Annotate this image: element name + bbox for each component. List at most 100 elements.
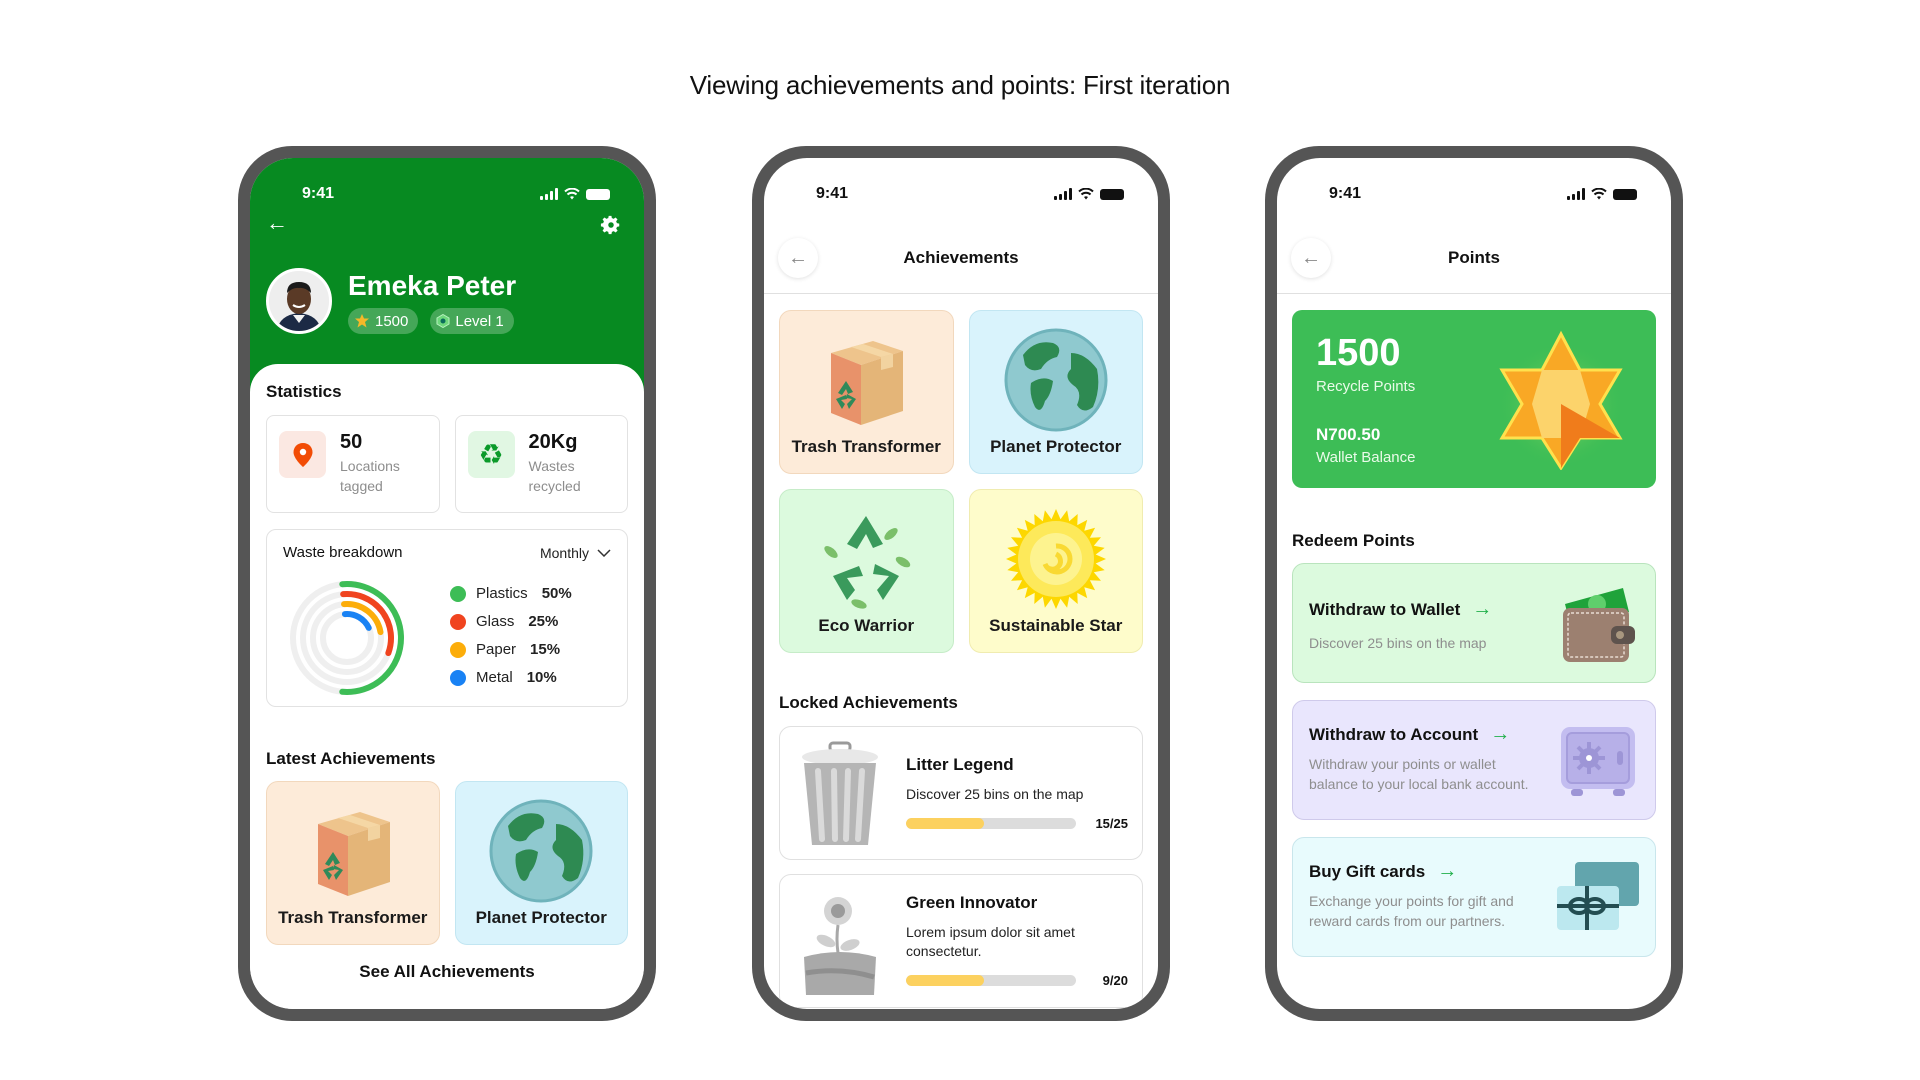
locked-achievement-info: Litter Legend Discover 25 bins on the ma… — [906, 755, 1128, 831]
chevron-down-icon — [597, 548, 611, 557]
gear-icon[interactable] — [600, 214, 622, 236]
legend-label: Glass — [476, 613, 515, 630]
safe-icon — [1561, 727, 1635, 796]
legend-dot — [450, 613, 466, 630]
achievement-card-sustainable-star[interactable]: Sustainable Star — [968, 489, 1143, 653]
status-icons — [1054, 188, 1124, 200]
wifi-icon — [1078, 188, 1094, 200]
battery-icon — [1100, 188, 1124, 200]
points-badge-value: 1500 — [375, 312, 409, 330]
locked-achievement-card[interactable]: Litter Legend Discover 25 bins on the ma… — [779, 726, 1143, 860]
arrow-right-icon: → — [1437, 860, 1458, 882]
phone-profile: 9:41 ← Emeka Peter 1500 Level 1 Statisti… — [238, 146, 656, 1021]
see-all-achievements-link[interactable]: See All Achievements — [266, 962, 628, 982]
avatar[interactable] — [266, 268, 332, 334]
stat-card-locations[interactable]: 50 Locations tagged — [266, 415, 440, 513]
achievement-name: Sustainable Star — [989, 616, 1123, 635]
redeem-info: Withdraw to Account → Withdraw your point… — [1309, 723, 1539, 794]
progress-total: 25 — [1113, 816, 1128, 831]
signal-icon — [540, 188, 558, 200]
wallet-balance-label: Wallet Balance — [1316, 449, 1416, 466]
achievement-card-planet-protector[interactable]: Planet Protector — [454, 781, 628, 945]
progress-current: 9 — [1102, 973, 1110, 988]
legend-percent: 50% — [541, 585, 572, 602]
points-summary-card: 1500 Recycle Points N700.50 Wallet Balan… — [1292, 310, 1656, 488]
achievement-card-eco-warrior[interactable]: Eco Warrior — [779, 489, 954, 653]
period-dropdown[interactable]: Monthly — [540, 545, 611, 561]
profile-header: 9:41 ← Emeka Peter 1500 Level 1 — [250, 158, 644, 398]
redeem-desc: Withdraw your points or wallet balance t… — [1309, 756, 1529, 792]
status-bar: 9:41 — [764, 158, 1158, 208]
redeem-title-text: Withdraw to Wallet — [1309, 599, 1461, 619]
ring-arc-metal — [341, 611, 372, 631]
back-arrow-icon[interactable]: ← — [266, 212, 288, 234]
stat-card-wastes[interactable]: ♻ 20Kg Wastes recycled — [454, 415, 628, 513]
redeem-title-text: Withdraw to Account — [1309, 724, 1479, 744]
achievement-card-planet-protector[interactable]: Planet Protector — [968, 310, 1143, 474]
stat-value: 20Kg — [528, 431, 578, 453]
redeem-desc: Discover 25 bins on the map — [1309, 635, 1487, 651]
achievement-name: Planet Protector — [475, 908, 607, 927]
stat-label: Wastes — [528, 458, 575, 474]
locked-achievement-info: Green Innovator Lorem ipsum dolor sit am… — [906, 893, 1128, 988]
stat-label: Locations — [340, 458, 400, 474]
achievements-screen: 9:41 ← Achievements Trash Transformer Pl… — [764, 158, 1158, 1009]
statistics-title: Statistics — [266, 382, 342, 401]
status-time: 9:41 — [816, 185, 849, 202]
progress-fill — [906, 818, 985, 829]
progress-current: 15 — [1095, 816, 1110, 831]
signal-icon — [1567, 188, 1585, 200]
signal-icon — [1054, 188, 1072, 200]
legend-percent: 25% — [528, 613, 559, 630]
stat-value: 50 — [340, 431, 363, 453]
redeem-title-text: Buy Gift cards — [1309, 861, 1426, 881]
nav-title: Points — [1448, 248, 1500, 267]
redeem-card-withdraw-wallet[interactable]: Withdraw to Wallet → Discover 25 bins on … — [1292, 563, 1656, 683]
nav-bar: ← Points — [1277, 226, 1671, 294]
profile-name: Emeka Peter — [348, 270, 517, 301]
progress-count: 15/25 — [1095, 816, 1128, 831]
redeem-card-gift-cards[interactable]: Buy Gift cards → Exchange your points for… — [1292, 837, 1656, 957]
achievement-card-trash-transformer[interactable]: Trash Transformer — [779, 310, 954, 474]
legend-percent: 15% — [530, 641, 561, 658]
battery-icon — [586, 188, 610, 200]
phone-points: 9:41 ← Points 1500 Recycle Points N700.5… — [1265, 146, 1683, 1021]
globe-icon — [489, 799, 593, 903]
statistics-cards: 50 Locations tagged ♻ 20Kg Wastes recycl… — [266, 415, 628, 513]
progress-row: 15/25 — [906, 816, 1128, 831]
unlocked-achievements-grid: Trash Transformer Planet Protector Eco W… — [779, 310, 1143, 653]
progress-total: 20 — [1113, 973, 1128, 988]
achievement-name: Trash Transformer — [791, 437, 941, 456]
status-icons — [540, 188, 610, 200]
recycle-icon: ♻ — [478, 438, 504, 470]
stat-icon-box: ♻ — [467, 431, 515, 478]
battery-icon — [1613, 188, 1637, 200]
achievements-content: Trash Transformer Planet Protector Eco W… — [779, 310, 1143, 1008]
achievement-name: Planet Protector — [990, 437, 1122, 456]
waste-breakdown-card: Waste breakdown Monthly Plastics 50% Glass… — [266, 529, 628, 707]
wallet-balance-value: N700.50 — [1316, 425, 1381, 444]
wifi-icon — [1591, 188, 1607, 200]
locked-achievement-card[interactable]: Green Innovator Lorem ipsum dolor sit am… — [779, 874, 1143, 1008]
progress-bar — [906, 818, 1076, 829]
legend-dot — [450, 585, 466, 602]
waste-legend: Plastics 50% Glass 25% Paper 15% Metal 10% — [450, 585, 572, 686]
locked-achievements-title: Locked Achievements — [779, 693, 958, 712]
profile-badges: 1500 Level 1 — [348, 308, 514, 334]
achievement-card-trash-transformer[interactable]: Trash Transformer — [266, 781, 440, 945]
legend-item-glass: Glass 25% — [450, 613, 572, 630]
legend-label: Paper — [476, 641, 517, 658]
recycle-box-icon — [317, 812, 390, 896]
legend-item-metal: Metal 10% — [450, 669, 572, 686]
achievement-name: Trash Transformer — [278, 908, 428, 927]
globe-icon — [1004, 328, 1108, 432]
gift-card-icon — [1557, 862, 1639, 930]
redeem-card-withdraw-account[interactable]: Withdraw to Account → Withdraw your point… — [1292, 700, 1656, 820]
phone-achievements: 9:41 ← Achievements Trash Transformer Pl… — [752, 146, 1170, 1021]
recycle-box-icon — [831, 341, 904, 425]
locked-achievement-name: Litter Legend — [906, 755, 1014, 774]
redeem-title: Withdraw to Account → — [1309, 723, 1539, 746]
status-icons — [1567, 188, 1637, 200]
redeem-points-title: Redeem Points — [1292, 531, 1415, 550]
redeem-title: Withdraw to Wallet → — [1309, 598, 1539, 621]
